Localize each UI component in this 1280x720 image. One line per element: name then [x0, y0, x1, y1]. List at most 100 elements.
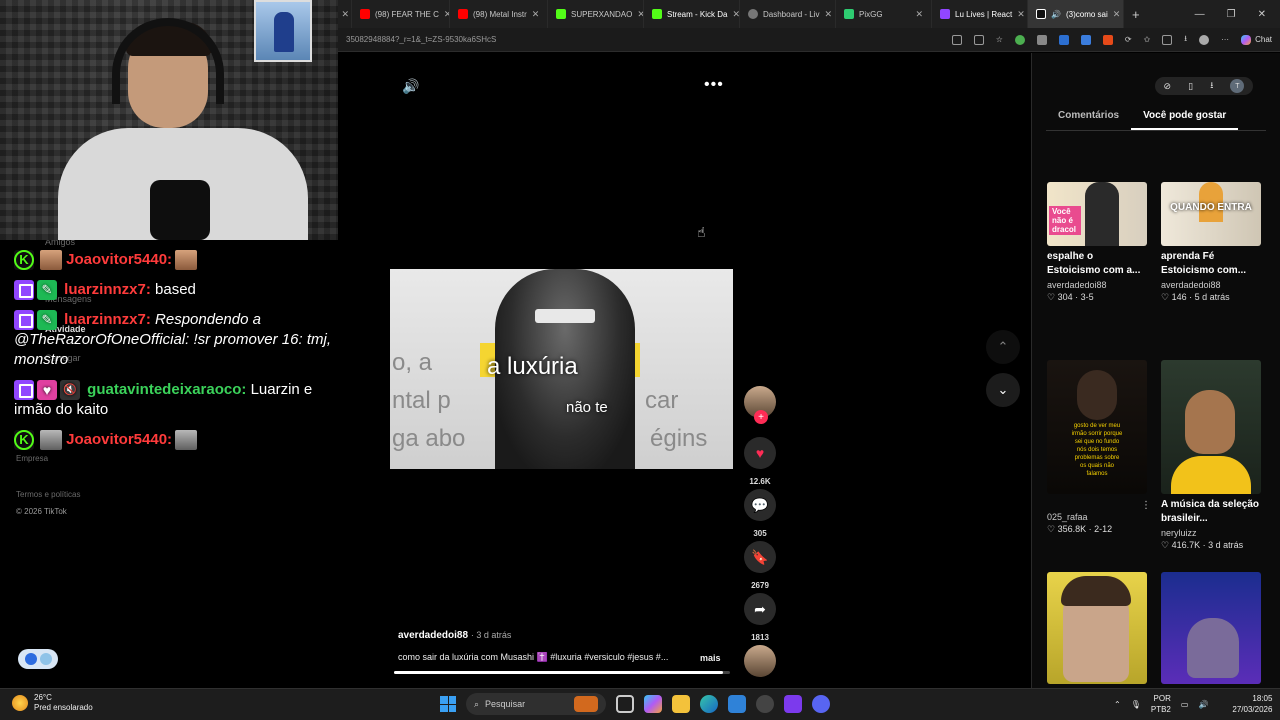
recommendation-card[interactable] — [1161, 572, 1261, 684]
clock-time[interactable]: 18:05 — [1232, 693, 1272, 704]
author-avatar[interactable]: + — [744, 386, 776, 424]
author-name[interactable]: averdadedoi88 — [398, 630, 468, 641]
more-link[interactable]: mais — [700, 653, 721, 663]
download-icon[interactable]: ⭳ — [1184, 33, 1187, 47]
previous-video-button[interactable]: ⌃ — [986, 330, 1020, 364]
taskbar-search[interactable]: ⌕ Pesquisar — [466, 693, 606, 715]
minimize-icon[interactable]: — — [1195, 9, 1205, 20]
more-options-icon[interactable]: ••• — [704, 76, 724, 94]
card-thumbnail[interactable] — [1161, 572, 1261, 684]
heart-icon[interactable]: ♥ — [744, 437, 776, 469]
microphone-icon[interactable]: 🎙 — [1131, 700, 1141, 709]
extension-icon[interactable] — [1080, 34, 1091, 45]
avatar[interactable]: + — [744, 386, 776, 424]
close-icon[interactable]: ✕ — [532, 9, 540, 20]
close-icon[interactable]: ✕ — [732, 9, 739, 20]
close-icon[interactable]: ✕ — [824, 9, 832, 20]
obs-icon[interactable] — [756, 695, 774, 713]
profile-icon[interactable] — [1199, 34, 1210, 45]
volume-icon[interactable]: 🔊 — [402, 78, 419, 95]
tab-7[interactable]: Lu Lives | React ✕ — [932, 0, 1028, 28]
keyboard-layout[interactable]: PTB2 — [1151, 704, 1171, 715]
language[interactable]: POR — [1151, 693, 1171, 704]
tab-5[interactable]: Dashboard - Liv ✕ — [740, 0, 836, 28]
network-icon[interactable]: ▭ — [1181, 700, 1189, 709]
recommendation-card[interactable]: gosto de ver meu irmão sorrir porque sei… — [1047, 360, 1151, 535]
task-view-icon[interactable] — [616, 695, 634, 713]
favorites-icon[interactable]: ✩ — [1144, 35, 1151, 44]
close-icon[interactable]: ✕ — [1113, 9, 1121, 20]
chevron-up-icon[interactable]: ⌃ — [1114, 700, 1121, 709]
clock-date[interactable]: 27/03/2026 — [1232, 704, 1272, 715]
shield-icon[interactable] — [1058, 34, 1069, 45]
file-explorer-icon[interactable] — [672, 695, 690, 713]
music-disc-icon[interactable] — [744, 645, 776, 677]
footer-terms[interactable]: Termos e políticas — [16, 490, 80, 499]
url-text[interactable]: 35082948884?_r=1&_t=ZS-9530ka6SHcS — [346, 35, 496, 44]
translate-icon[interactable] — [973, 34, 984, 45]
photos-icon[interactable] — [728, 695, 746, 713]
comment-icon[interactable]: 💬 — [744, 489, 776, 521]
extension-icon[interactable] — [1014, 34, 1025, 45]
card-thumbnail[interactable]: QUANDO ENTRA — [1161, 182, 1261, 246]
more-icon[interactable]: ··· — [1221, 35, 1229, 44]
restore-icon[interactable]: ❐ — [1227, 9, 1236, 20]
close-icon[interactable]: ✕ — [637, 9, 643, 20]
bookmark-icon[interactable]: 🔖 — [744, 541, 776, 573]
taskbar-apps: ⌕ Pesquisar — [440, 693, 830, 715]
tab-you-may-like[interactable]: Você pode gostar — [1131, 106, 1239, 130]
tab-3[interactable]: SUPERXANDAO ✕ — [548, 0, 644, 28]
tab-6[interactable]: PixGG ✕ — [836, 0, 932, 28]
compass-icon[interactable]: ⊘ — [1164, 81, 1172, 92]
close-icon[interactable]: ✕ — [915, 9, 923, 20]
tab-0[interactable]: ✕ — [338, 0, 352, 28]
tab-2[interactable]: (98) Metal Instr ✕ — [450, 0, 548, 28]
sound-avatar[interactable] — [744, 645, 776, 677]
discord-icon[interactable] — [812, 695, 830, 713]
profile-avatar[interactable]: T — [1230, 79, 1245, 93]
follow-plus-icon[interactable]: + — [754, 410, 768, 424]
close-icon[interactable]: ✕ — [341, 9, 349, 20]
tab-comments[interactable]: Comentários — [1046, 106, 1131, 130]
windows-start-icon[interactable] — [440, 696, 456, 712]
app-icon[interactable] — [784, 695, 802, 713]
copilot-chat-button[interactable]: Chat — [1241, 34, 1272, 45]
collections-icon[interactable] — [1162, 34, 1173, 45]
close-window-icon[interactable]: ✕ — [1258, 9, 1266, 20]
next-video-button[interactable]: ⌄ — [986, 373, 1020, 407]
like-button[interactable]: ♥ 12.6K — [744, 437, 776, 486]
tab-4[interactable]: Stream - Kick Da ✕ — [644, 0, 740, 28]
recommendation-card[interactable]: Você não é dracol espalhe o Estoicismo c… — [1047, 182, 1147, 303]
close-icon[interactable]: ✕ — [1017, 9, 1025, 20]
copilot-icon[interactable] — [644, 695, 662, 713]
extension-icon[interactable] — [1036, 34, 1047, 45]
tab-1[interactable]: (98) FEAR THE C✕ — [352, 0, 450, 28]
edge-icon[interactable] — [700, 695, 718, 713]
phone-icon[interactable]: ▯ — [1188, 81, 1193, 92]
card-thumbnail[interactable] — [1047, 572, 1147, 684]
card-more-icon[interactable]: ⋮ — [1141, 500, 1151, 511]
recommendation-card[interactable] — [1047, 572, 1147, 684]
volume-icon[interactable]: 🔊 — [1198, 700, 1208, 709]
share-button[interactable]: ➦ 1813 — [744, 593, 776, 642]
card-thumbnail[interactable]: Você não é dracol — [1047, 182, 1147, 246]
comment-button[interactable]: 💬 305 — [744, 489, 776, 538]
recommendation-card[interactable]: A música da seleção brasileir... nerylui… — [1161, 360, 1261, 551]
card-thumbnail[interactable] — [1161, 360, 1261, 494]
extension-icon[interactable] — [1102, 34, 1113, 45]
card-thumbnail[interactable]: gosto de ver meu irmão sorrir porque sei… — [1047, 360, 1147, 494]
get-app-button[interactable] — [18, 649, 58, 669]
video-progress[interactable] — [394, 671, 730, 674]
weather-widget[interactable]: 26°C Pred ensolarado — [12, 693, 93, 713]
recommendation-card[interactable]: QUANDO ENTRA aprenda Fé Estoicismo com..… — [1161, 182, 1261, 303]
video-player[interactable]: o, a ntal p car ga abo égins a luxúria n… — [390, 269, 733, 469]
share-icon[interactable]: ➦ — [744, 593, 776, 625]
refresh-icon[interactable]: ⟳ — [1125, 35, 1132, 44]
app-icon[interactable] — [951, 34, 962, 45]
star-icon[interactable]: ☆ — [996, 35, 1003, 44]
tab-active[interactable]: 🔊 (3)como sai ✕ — [1028, 0, 1124, 28]
new-tab-button[interactable]: + — [1124, 0, 1148, 28]
download-icon[interactable]: ⭳ — [1210, 78, 1213, 94]
save-button[interactable]: 🔖 2679 — [744, 541, 776, 590]
address-bar[interactable]: 35082948884?_r=1&_t=ZS-9530ka6SHcS ☆ ⟳ ✩… — [338, 28, 1280, 52]
